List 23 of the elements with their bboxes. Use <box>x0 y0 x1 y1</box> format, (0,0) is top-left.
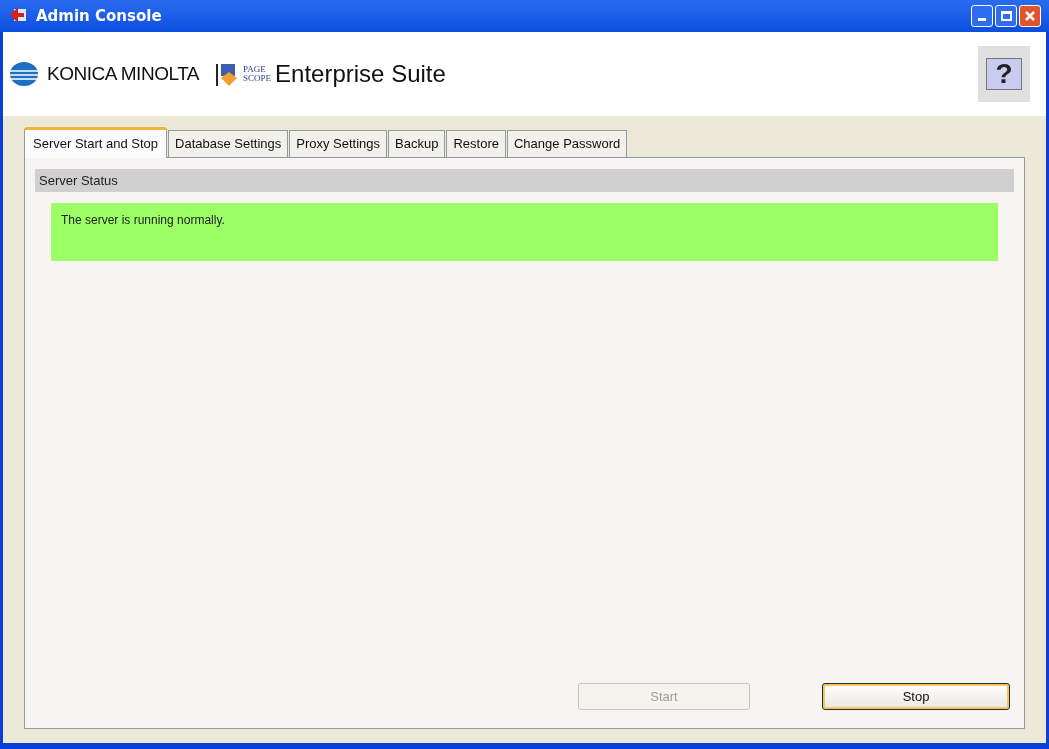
close-button[interactable] <box>1019 5 1041 27</box>
globe-logo-icon <box>9 61 39 87</box>
tab[interactable]: Proxy Settings <box>289 130 388 157</box>
tab[interactable]: Restore <box>446 130 506 157</box>
section-header: Server Status <box>35 169 1014 192</box>
action-button[interactable]: Stop <box>822 683 1010 710</box>
tab[interactable]: Change Password <box>507 130 628 157</box>
minimize-button[interactable] <box>971 5 993 27</box>
maximize-icon <box>1000 11 1012 21</box>
help-button[interactable]: ? <box>986 58 1022 90</box>
logo-text: SCOPE <box>243 74 272 83</box>
maximize-button[interactable] <box>995 5 1017 27</box>
window-title: Admin Console <box>36 5 162 27</box>
brand-name: KONICA MINOLTA <box>47 61 200 86</box>
status-message: The server is running normally. <box>51 203 998 261</box>
product-name: Enterprise Suite <box>275 59 446 89</box>
tab[interactable]: Backup <box>388 130 446 157</box>
tab[interactable]: Server Start and Stop <box>24 127 167 158</box>
logo-text: PAGE <box>243 65 267 74</box>
close-icon <box>1024 10 1036 22</box>
tab[interactable]: Database Settings <box>168 130 289 157</box>
app-icon <box>8 7 28 25</box>
minimize-icon <box>978 18 986 21</box>
